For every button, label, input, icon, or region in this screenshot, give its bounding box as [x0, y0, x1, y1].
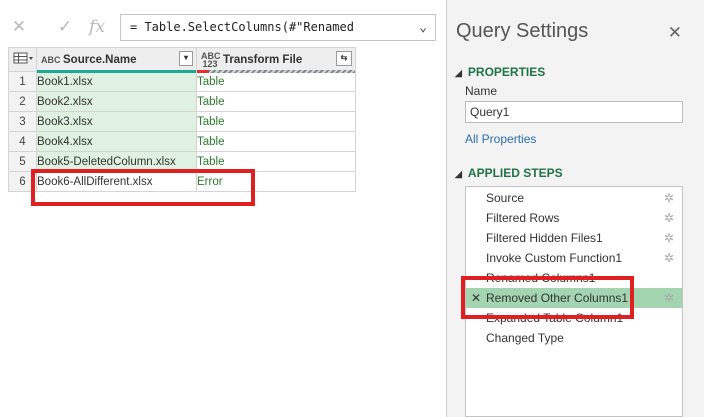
column-header-source-name[interactable]: ABC Source.Name ▾ — [36, 47, 197, 73]
properties-heading-label: PROPERTIES — [467, 65, 546, 79]
transform-file-cell[interactable]: Table — [196, 71, 356, 92]
step-label: Filtered Rows — [486, 211, 560, 225]
row-number: 3 — [8, 111, 37, 132]
query-name-input[interactable]: Query1 — [465, 101, 683, 123]
highlight-box — [461, 276, 634, 319]
header-row: ABC Source.Name ▾ ABC 123 Transform File… — [8, 47, 356, 73]
table-row: 1 Book1.xlsx Table — [8, 71, 356, 92]
fx-icon[interactable]: fx — [86, 16, 108, 38]
step-label: Filtered Hidden Files1 — [486, 231, 603, 245]
column-quality-bar — [37, 70, 196, 73]
query-settings-title: Query Settings — [456, 20, 589, 42]
column-error-bar — [197, 70, 209, 73]
confirm-icon[interactable]: ✓ — [54, 16, 76, 38]
column-header-label: Source.Name — [63, 53, 137, 66]
highlight-box — [31, 169, 255, 206]
step-label: Invoke Custom Function1 — [486, 251, 623, 265]
table-row: 4 Book4.xlsx Table — [8, 131, 356, 152]
step-label: Changed Type — [486, 331, 564, 345]
formula-bar: ✕ ✓ fx = Table.SelectColumns(#"Renamed ⌄ — [0, 10, 440, 46]
table-menu-icon[interactable] — [8, 47, 37, 72]
formula-input[interactable]: = Table.SelectColumns(#"Renamed ⌄ — [120, 14, 436, 41]
close-icon[interactable]: ✕ — [668, 23, 682, 43]
expand-column-icon[interactable]: ⇆ — [336, 51, 352, 66]
step-filtered-hidden-files[interactable]: Filtered Hidden Files1 ✲ — [466, 228, 682, 248]
step-filtered-rows[interactable]: Filtered Rows ✲ — [466, 208, 682, 228]
applied-steps-heading[interactable]: ◢ APPLIED STEPS — [455, 166, 563, 180]
column-quality-bar — [197, 70, 355, 73]
transform-file-cell[interactable]: Table — [196, 131, 356, 152]
table-row: 2 Book2.xlsx Table — [8, 91, 356, 112]
source-name-cell[interactable]: Book4.xlsx — [36, 131, 197, 152]
gear-icon[interactable]: ✲ — [664, 288, 674, 308]
transform-file-cell[interactable]: Table — [196, 111, 356, 132]
step-changed-type[interactable]: Changed Type — [466, 328, 682, 348]
row-number: 4 — [8, 131, 37, 152]
transform-file-cell[interactable]: Table — [196, 91, 356, 112]
cancel-icon[interactable]: ✕ — [8, 16, 30, 38]
source-name-cell[interactable]: Book3.xlsx — [36, 111, 197, 132]
text-type-icon[interactable]: ABC — [41, 55, 61, 64]
table-row: 3 Book3.xlsx Table — [8, 111, 356, 132]
step-source[interactable]: Source ✲ — [466, 188, 682, 208]
source-name-cell[interactable]: Book2.xlsx — [36, 91, 197, 112]
row-number: 1 — [8, 71, 37, 92]
query-settings-pane: Query Settings ✕ ◢ PROPERTIES Name Query1… — [446, 0, 704, 417]
chevron-down-icon[interactable]: ⌄ — [419, 15, 427, 40]
any-type-icon[interactable]: ABC 123 — [201, 51, 221, 68]
column-header-label: Transform File — [223, 53, 303, 66]
gear-icon[interactable]: ✲ — [664, 188, 674, 208]
properties-heading[interactable]: ◢ PROPERTIES — [455, 65, 545, 79]
filter-dropdown-icon[interactable]: ▾ — [179, 51, 193, 66]
column-header-transform-file[interactable]: ABC 123 Transform File ⇆ — [196, 47, 356, 73]
collapse-triangle-icon[interactable]: ◢ — [455, 169, 462, 179]
gear-icon[interactable]: ✲ — [664, 228, 674, 248]
data-preview-pane: ✕ ✓ fx = Table.SelectColumns(#"Renamed ⌄… — [0, 0, 446, 417]
step-invoke-custom-function[interactable]: Invoke Custom Function1 ✲ — [466, 248, 682, 268]
source-name-cell[interactable]: Book1.xlsx — [36, 71, 197, 92]
name-label: Name — [465, 84, 498, 98]
applied-steps-heading-label: APPLIED STEPS — [467, 166, 563, 180]
collapse-triangle-icon[interactable]: ◢ — [455, 68, 462, 78]
gear-icon[interactable]: ✲ — [664, 248, 674, 268]
gear-icon[interactable]: ✲ — [664, 208, 674, 228]
row-number: 2 — [8, 91, 37, 112]
step-label: Source — [486, 191, 525, 205]
formula-text: = Table.SelectColumns(#"Renamed — [130, 20, 354, 34]
all-properties-link[interactable]: All Properties — [465, 132, 536, 146]
